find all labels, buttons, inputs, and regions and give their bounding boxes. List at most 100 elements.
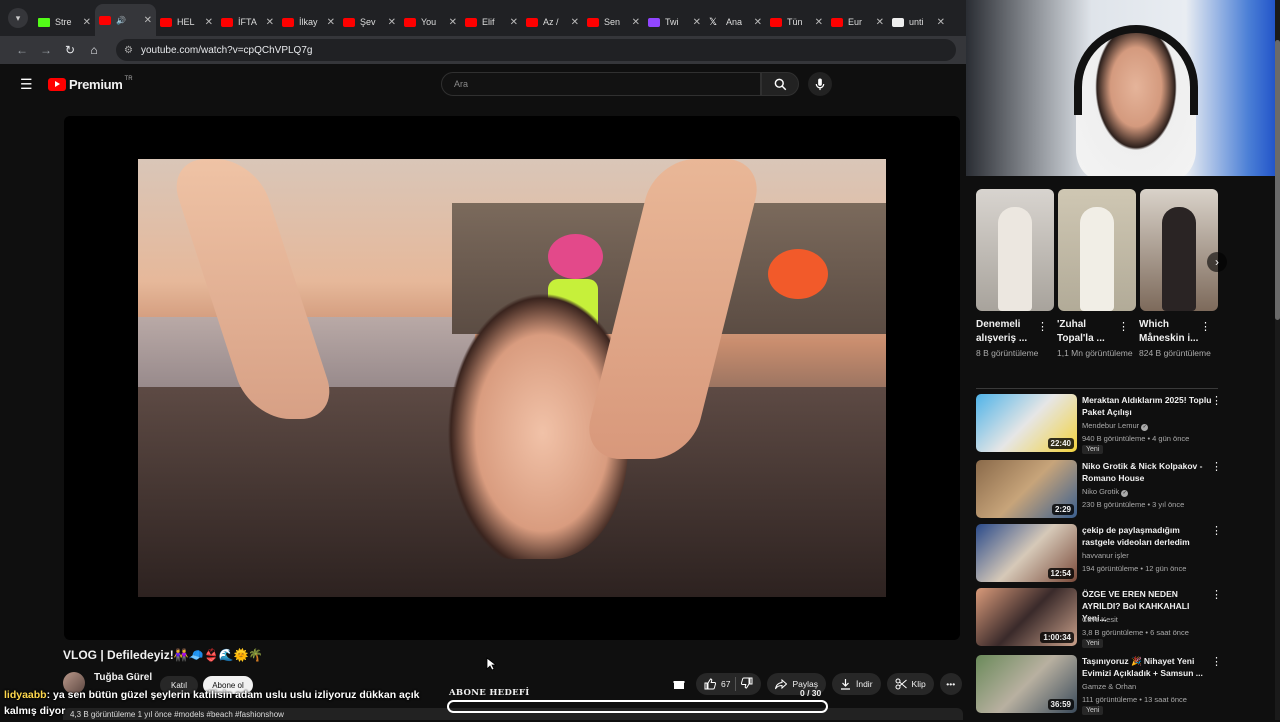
video-thumbnail[interactable]: 12:54 (976, 524, 1077, 582)
more-vertical-icon[interactable]: ⋮ (1211, 588, 1222, 601)
more-vertical-icon[interactable]: ⋮ (1037, 320, 1048, 333)
site-settings-icon[interactable]: ⚙ (124, 45, 133, 56)
browser-tab[interactable]: Az / ✕ (522, 8, 583, 36)
browser-tab[interactable]: unti ✕ (888, 8, 949, 36)
short-thumbnail[interactable] (1058, 189, 1136, 311)
like-count: 67 (721, 679, 731, 689)
browser-tab[interactable]: 🔊 ✕ (95, 4, 156, 36)
short-info[interactable]: Denemeli alışveriş ... 8 B görüntüleme ⋮ (976, 318, 1056, 359)
channel-name[interactable]: havvanur işler (1082, 551, 1129, 560)
browser-tab[interactable]: Sen ✕ (583, 8, 644, 36)
browser-tab[interactable]: You ✕ (400, 8, 461, 36)
channel-name[interactable]: Mendebur Lemur ✓ (1082, 421, 1149, 431)
microphone-icon (815, 77, 825, 90)
scrollbar[interactable] (1275, 0, 1280, 720)
browser-tab[interactable]: Elif ✕ (461, 8, 522, 36)
video-thumbnail[interactable]: 22:40 (976, 394, 1077, 452)
youtube-premium-logo[interactable]: Premium TR (48, 76, 133, 92)
download-button[interactable]: İndir (831, 673, 881, 695)
short-info[interactable]: Which Måneskin i... 824 B görüntüleme ⋮ (1139, 318, 1219, 359)
scrollbar-thumb[interactable] (1275, 40, 1280, 320)
more-vertical-icon[interactable]: ⋮ (1211, 460, 1222, 473)
short-thumbnail[interactable] (1140, 189, 1218, 311)
channel-name[interactable]: Gamze & Orhan (1082, 682, 1136, 691)
recommended-video[interactable]: 36:59 Taşınıyoruz 🎉 Nihayet Yeni Evimizi … (976, 655, 1226, 715)
tab-close-icon[interactable]: ✕ (510, 17, 518, 28)
voice-search-button[interactable] (808, 72, 832, 96)
more-vertical-icon[interactable]: ⋮ (1211, 655, 1222, 668)
home-icon[interactable]: ⌂ (84, 43, 104, 57)
clip-button[interactable]: Klip (886, 673, 934, 695)
recommended-video[interactable]: 22:40 Meraktan Aldıklarım 2025! Toplu Pak… (976, 394, 1226, 454)
video-player[interactable] (64, 116, 960, 640)
search-button[interactable] (761, 72, 799, 96)
video-thumbnail[interactable]: 36:59 (976, 655, 1077, 713)
more-vertical-icon[interactable]: ⋮ (1118, 320, 1129, 333)
tab-search-chevron-icon[interactable]: ▾ (8, 8, 28, 28)
tab-close-icon[interactable]: ✕ (83, 17, 91, 28)
subscriber-goal-label: ABONE HEDEFİ (449, 688, 530, 698)
tab-close-icon[interactable]: ✕ (815, 17, 823, 28)
url-field[interactable]: ⚙ youtube.com/watch?v=cpQChVPLQ7g (116, 39, 956, 61)
tab-audio-icon[interactable]: 🔊 (116, 16, 126, 25)
youtube-icon (221, 17, 233, 27)
more-vertical-icon[interactable]: ⋮ (1200, 320, 1211, 333)
channel-name[interactable]: Niko Grotik ✓ (1082, 487, 1129, 497)
short-info[interactable]: 'Zuhal Topal'la ... 1,1 Mn görüntüleme ⋮ (1057, 318, 1137, 359)
recommended-video[interactable]: 12:54 çekip de paylaşmadığım rastgele vid… (976, 524, 1226, 584)
more-actions-button[interactable]: ••• (939, 673, 962, 695)
dislike-button[interactable] (741, 677, 753, 691)
channel-name-text: Cavs Kesit (1082, 615, 1118, 624)
browser-tab[interactable]: Twi ✕ (644, 8, 705, 36)
shorts-shelf (976, 189, 1218, 311)
video-thumbnail[interactable]: 1:00:34 (976, 588, 1077, 646)
tab-close-icon[interactable]: ✕ (876, 17, 884, 28)
browser-tab[interactable]: Şev ✕ (339, 8, 400, 36)
video-thumbnail[interactable]: 2:29 (976, 460, 1077, 518)
browser-tab[interactable]: İlkay ✕ (278, 8, 339, 36)
video-duration: 22:40 (1047, 438, 1074, 449)
tab-close-icon[interactable]: ✕ (632, 17, 640, 28)
gift-sparkle-icon (673, 681, 685, 689)
browser-tab[interactable]: HEL ✕ (156, 8, 217, 36)
more-vertical-icon[interactable]: ⋮ (1211, 394, 1222, 407)
short-thumbnail[interactable] (976, 189, 1054, 311)
browser-tab[interactable]: Tün ✕ (766, 8, 827, 36)
tab-close-icon[interactable]: ✕ (449, 17, 457, 28)
tab-close-icon[interactable]: ✕ (754, 17, 762, 28)
channel-name[interactable]: Cavs Kesit (1082, 615, 1118, 624)
back-arrow-icon[interactable]: ← (12, 43, 32, 57)
chevron-right-icon[interactable]: › (1207, 252, 1227, 272)
browser-tab[interactable]: 𝕏 Ana ✕ (705, 8, 766, 36)
tab-close-icon[interactable]: ✕ (266, 17, 274, 28)
like-dislike-group: 67 (696, 673, 762, 695)
browser-tab[interactable]: Stre ✕ (34, 8, 95, 36)
tab-close-icon[interactable]: ✕ (571, 17, 579, 28)
gift-button[interactable] (668, 673, 690, 695)
forward-arrow-icon[interactable]: → (36, 43, 56, 57)
tab-close-icon[interactable]: ✕ (144, 15, 152, 26)
channel-name[interactable]: Tuğba Gürel (94, 672, 152, 683)
view-count-date: 3,8 B görüntüleme • 6 saat önce (1082, 628, 1189, 637)
tab-close-icon[interactable]: ✕ (937, 17, 945, 28)
tab-close-icon[interactable]: ✕ (205, 17, 213, 28)
tab-close-icon[interactable]: ✕ (388, 17, 396, 28)
browser-tab[interactable]: İFTA ✕ (217, 8, 278, 36)
tab-close-icon[interactable]: ✕ (327, 17, 335, 28)
youtube-icon (160, 17, 172, 27)
mouse-cursor-icon (486, 657, 496, 671)
search-input[interactable]: Ara (441, 72, 761, 96)
tab-title: Stre (55, 17, 72, 27)
like-button[interactable]: 67 (704, 678, 730, 690)
video-title: Meraktan Aldıklarım 2025! Toplu Paket Aç… (1082, 395, 1212, 417)
reload-icon[interactable]: ↻ (60, 43, 80, 57)
video-frame (138, 159, 886, 597)
recommended-video[interactable]: 2:29 Niko Grotik & Nick Kolpakov - Romano… (976, 460, 1226, 520)
menu-icon[interactable]: ☰ (20, 76, 34, 93)
more-vertical-icon[interactable]: ⋮ (1211, 524, 1222, 537)
tab-close-icon[interactable]: ✕ (693, 17, 701, 28)
browser-tab[interactable]: Eur ✕ (827, 8, 888, 36)
stream-chat-message: lidyaabb: ya sen bütün güzel şeylerin ka… (4, 687, 434, 719)
youtube-icon (526, 17, 538, 27)
recommended-video[interactable]: 1:00:34 ÖZGE VE EREN NEDEN AYRILDI? Bol K… (976, 588, 1226, 648)
